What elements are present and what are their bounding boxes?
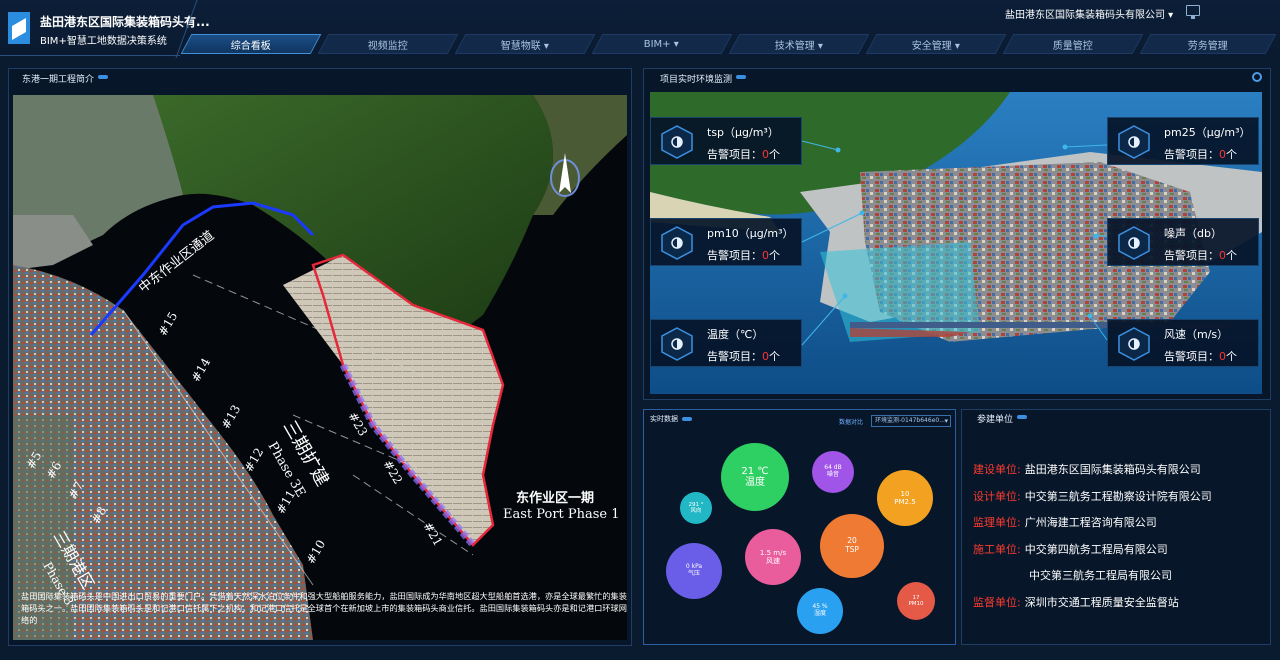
bubble-tsp: 20 TSP	[820, 514, 884, 578]
bubble-pm10: 17 PM10	[897, 582, 935, 620]
bubble-temperature: 21 ℃ 温度	[721, 443, 789, 511]
bubble-pressure: 0 kPa 气压	[666, 543, 722, 599]
bubble-wind-speed: 1.5 m/s 风速	[745, 529, 801, 585]
bubble-noise: 64 dB 噪音	[812, 451, 854, 493]
bubble-humidity: 45 % 湿度	[797, 588, 843, 634]
realtime-title: 实时数据	[650, 415, 692, 423]
participant-row: 中交第三航务工程局有限公司	[1029, 569, 1172, 582]
bubble-pm25: 10 PM2.5	[877, 470, 933, 526]
data-compare-link[interactable]: 数据对比	[839, 417, 863, 426]
participants-title: 参建单位	[977, 412, 1028, 425]
participant-row: 建设单位: 盐田港东区国际集装箱码头有限公司	[973, 463, 1201, 476]
participant-row: 监理单位: 广州海建工程咨询有限公司	[973, 516, 1157, 529]
bubble-wind-direction: 291 ° 风向	[680, 492, 712, 524]
participant-row: 设计单位: 中交第三航务工程勘察设计院有限公司	[973, 490, 1212, 503]
participant-row: 施工单位: 中交第四航务工程局有限公司	[973, 543, 1168, 556]
sensor-select[interactable]: 环境监测-0147b646e0...	[871, 415, 951, 427]
participant-row: 监督单位: 深圳市交通工程质量安全监督站	[973, 596, 1179, 609]
